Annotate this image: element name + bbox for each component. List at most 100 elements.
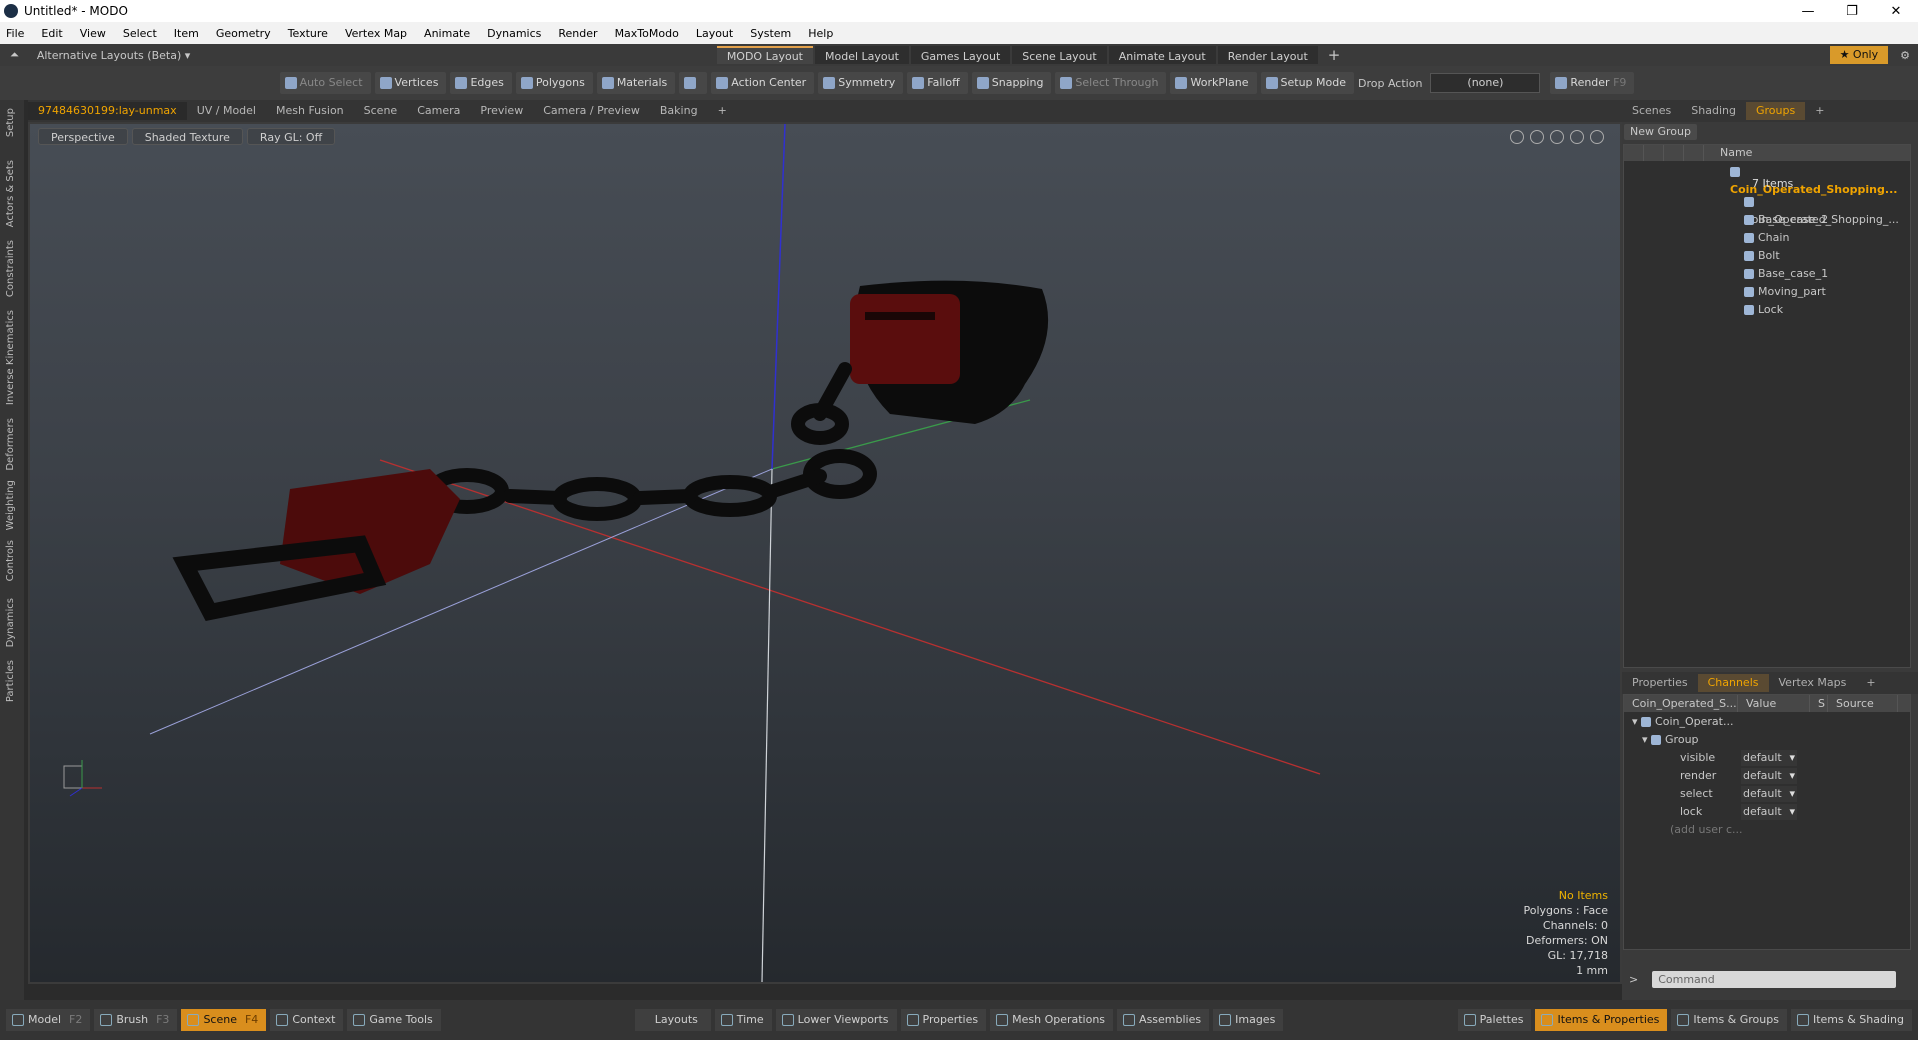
vtab-setup[interactable]: Setup	[5, 108, 16, 137]
tab-modo-layout[interactable]: MODO Layout	[716, 46, 813, 64]
action-center-button[interactable]: Action Center	[711, 72, 815, 94]
group-child-row[interactable]: Chain	[1744, 229, 1789, 247]
menu-layout[interactable]: Layout	[696, 27, 733, 40]
tab-uv-model[interactable]: UV / Model	[187, 102, 266, 120]
edges-button[interactable]: Edges	[450, 72, 512, 94]
menu-select[interactable]: Select	[123, 27, 157, 40]
symmetry-button[interactable]: Symmetry	[818, 72, 904, 94]
workplane-button[interactable]: WorkPlane	[1170, 72, 1257, 94]
group-child-row[interactable]: Lock	[1744, 301, 1783, 319]
menu-animate[interactable]: Animate	[424, 27, 470, 40]
group-child-row[interactable]: Base_case_1	[1744, 265, 1828, 283]
add-viewport-tab-button[interactable]: +	[708, 102, 737, 120]
vtab-inverse-kinematics[interactable]: Inverse Kinematics	[5, 310, 16, 405]
fit-icon[interactable]	[1570, 130, 1584, 144]
mesh-operations-button[interactable]: Mesh Operations	[990, 1009, 1114, 1031]
only-toggle[interactable]: ★ Only	[1829, 46, 1889, 64]
menu-texture[interactable]: Texture	[288, 27, 328, 40]
select-through-button[interactable]: Select Through	[1055, 72, 1167, 94]
menu-maxtomodo[interactable]: MaxToModo	[615, 27, 679, 40]
group-child-row[interactable]: Bolt	[1744, 247, 1780, 265]
game-tools-button[interactable]: Game Tools	[347, 1009, 441, 1031]
pan-icon[interactable]	[1510, 130, 1524, 144]
vtab-actors-sets[interactable]: Actors & Sets	[5, 160, 16, 227]
channel-select-value[interactable]: default	[1741, 786, 1797, 802]
3d-viewport[interactable]: Perspective Shaded Texture Ray GL: Off N…	[28, 122, 1622, 984]
channel-render-value[interactable]: default	[1741, 768, 1797, 784]
channel-visible-value[interactable]: default	[1741, 750, 1797, 766]
new-group-button[interactable]: New Group	[1624, 124, 1697, 140]
tab-scenes[interactable]: Scenes	[1622, 102, 1681, 120]
tab-camera-preview[interactable]: Camera / Preview	[533, 102, 650, 120]
add-right-tab-button[interactable]: +	[1805, 102, 1834, 120]
menu-system[interactable]: System	[750, 27, 791, 40]
drop-action-dropdown[interactable]: (none)	[1430, 73, 1541, 93]
tab-animate-layout[interactable]: Animate Layout	[1108, 46, 1216, 64]
assemblies-button[interactable]: Assemblies	[1117, 1009, 1210, 1031]
tab-camera[interactable]: Camera	[407, 102, 470, 120]
images-button[interactable]: Images	[1213, 1009, 1284, 1031]
channel-lock-value[interactable]: default	[1741, 804, 1797, 820]
falloff-button[interactable]: Falloff	[907, 72, 968, 94]
tab-vertex-maps[interactable]: Vertex Maps	[1769, 674, 1857, 692]
menu-item[interactable]: Item	[174, 27, 199, 40]
tab-channels[interactable]: Channels	[1697, 674, 1769, 692]
lock-column-icon[interactable]	[1684, 145, 1704, 161]
vtab-dynamics[interactable]: Dynamics	[5, 598, 16, 647]
tab-lay-unmax[interactable]: 97484630199:lay-unmax	[28, 102, 187, 120]
tab-model-layout[interactable]: Model Layout	[814, 46, 909, 64]
menu-dynamics[interactable]: Dynamics	[487, 27, 541, 40]
palettes-button[interactable]: Palettes	[1457, 1009, 1532, 1031]
group-child-row[interactable]: Coin_Operated_Shopping_...	[1744, 193, 1910, 226]
minimize-button[interactable]: —	[1786, 4, 1830, 19]
menu-geometry[interactable]: Geometry	[216, 27, 271, 40]
materials-button[interactable]: Materials	[596, 72, 676, 94]
layouts-button[interactable]: Layouts	[634, 1009, 711, 1031]
tab-games-layout[interactable]: Games Layout	[910, 46, 1011, 64]
zoom-icon[interactable]	[1550, 130, 1564, 144]
settings-gear-icon[interactable]: ⚙	[1900, 49, 1910, 62]
tab-groups[interactable]: Groups	[1745, 102, 1806, 120]
vtab-particles[interactable]: Particles	[5, 660, 16, 702]
group-child-row[interactable]: Moving_part	[1744, 283, 1826, 301]
channel-group-row[interactable]: ▾ Group	[1642, 731, 1699, 749]
menu-edit[interactable]: Edit	[41, 27, 62, 40]
raygl-toggle[interactable]: Ray GL: Off	[246, 128, 336, 145]
menu-file[interactable]: File	[6, 27, 24, 40]
vtab-controls[interactable]: Controls	[5, 540, 16, 581]
add-bottom-tab-button[interactable]: +	[1856, 674, 1885, 692]
tab-shading[interactable]: Shading	[1681, 102, 1746, 120]
vtab-weighting[interactable]: Weighting	[5, 480, 16, 530]
tab-render-layout[interactable]: Render Layout	[1217, 46, 1318, 64]
properties-button[interactable]: Properties	[900, 1009, 987, 1031]
scene-button[interactable]: Scene F4	[181, 1009, 267, 1031]
channel-root-row[interactable]: ▾ Coin_Operat...	[1632, 713, 1733, 731]
render-column-icon[interactable]	[1644, 145, 1664, 161]
auto-select-button[interactable]: Auto Select	[279, 72, 371, 94]
menu-vertex-map[interactable]: Vertex Map	[345, 27, 407, 40]
add-user-channel[interactable]: (add user c...	[1670, 821, 1743, 839]
vtab-constraints[interactable]: Constraints	[5, 240, 16, 297]
vtab-deformers[interactable]: Deformers	[5, 418, 16, 471]
tab-scene[interactable]: Scene	[354, 102, 408, 120]
context-button[interactable]: Context	[270, 1009, 344, 1031]
visibility-column-icon[interactable]	[1624, 145, 1644, 161]
group-child-row[interactable]: Base_case_2	[1744, 211, 1828, 229]
polygons-button[interactable]: Polygons	[515, 72, 593, 94]
items-shading-button[interactable]: Items & Shading	[1790, 1009, 1912, 1031]
tab-mesh-fusion[interactable]: Mesh Fusion	[266, 102, 354, 120]
select-column-icon[interactable]	[1664, 145, 1684, 161]
items-properties-button[interactable]: Items & Properties	[1535, 1009, 1668, 1031]
maximize-button[interactable]: ❐	[1830, 4, 1874, 19]
render-button[interactable]: Render F9	[1550, 72, 1635, 94]
tab-properties[interactable]: Properties	[1622, 674, 1698, 692]
tab-scene-layout[interactable]: Scene Layout	[1012, 46, 1107, 64]
command-input[interactable]: Command	[1652, 970, 1897, 988]
model-button[interactable]: Model F2	[6, 1009, 91, 1031]
alternative-layouts-dropdown[interactable]: Alternative Layouts (Beta) ▾	[37, 49, 717, 62]
brush-button[interactable]: Brush F3	[94, 1009, 178, 1031]
tab-baking[interactable]: Baking	[650, 102, 708, 120]
add-layout-button[interactable]: +	[1328, 46, 1341, 64]
projection-dropdown[interactable]: Perspective	[38, 128, 128, 145]
element-mode-button[interactable]	[679, 72, 708, 94]
